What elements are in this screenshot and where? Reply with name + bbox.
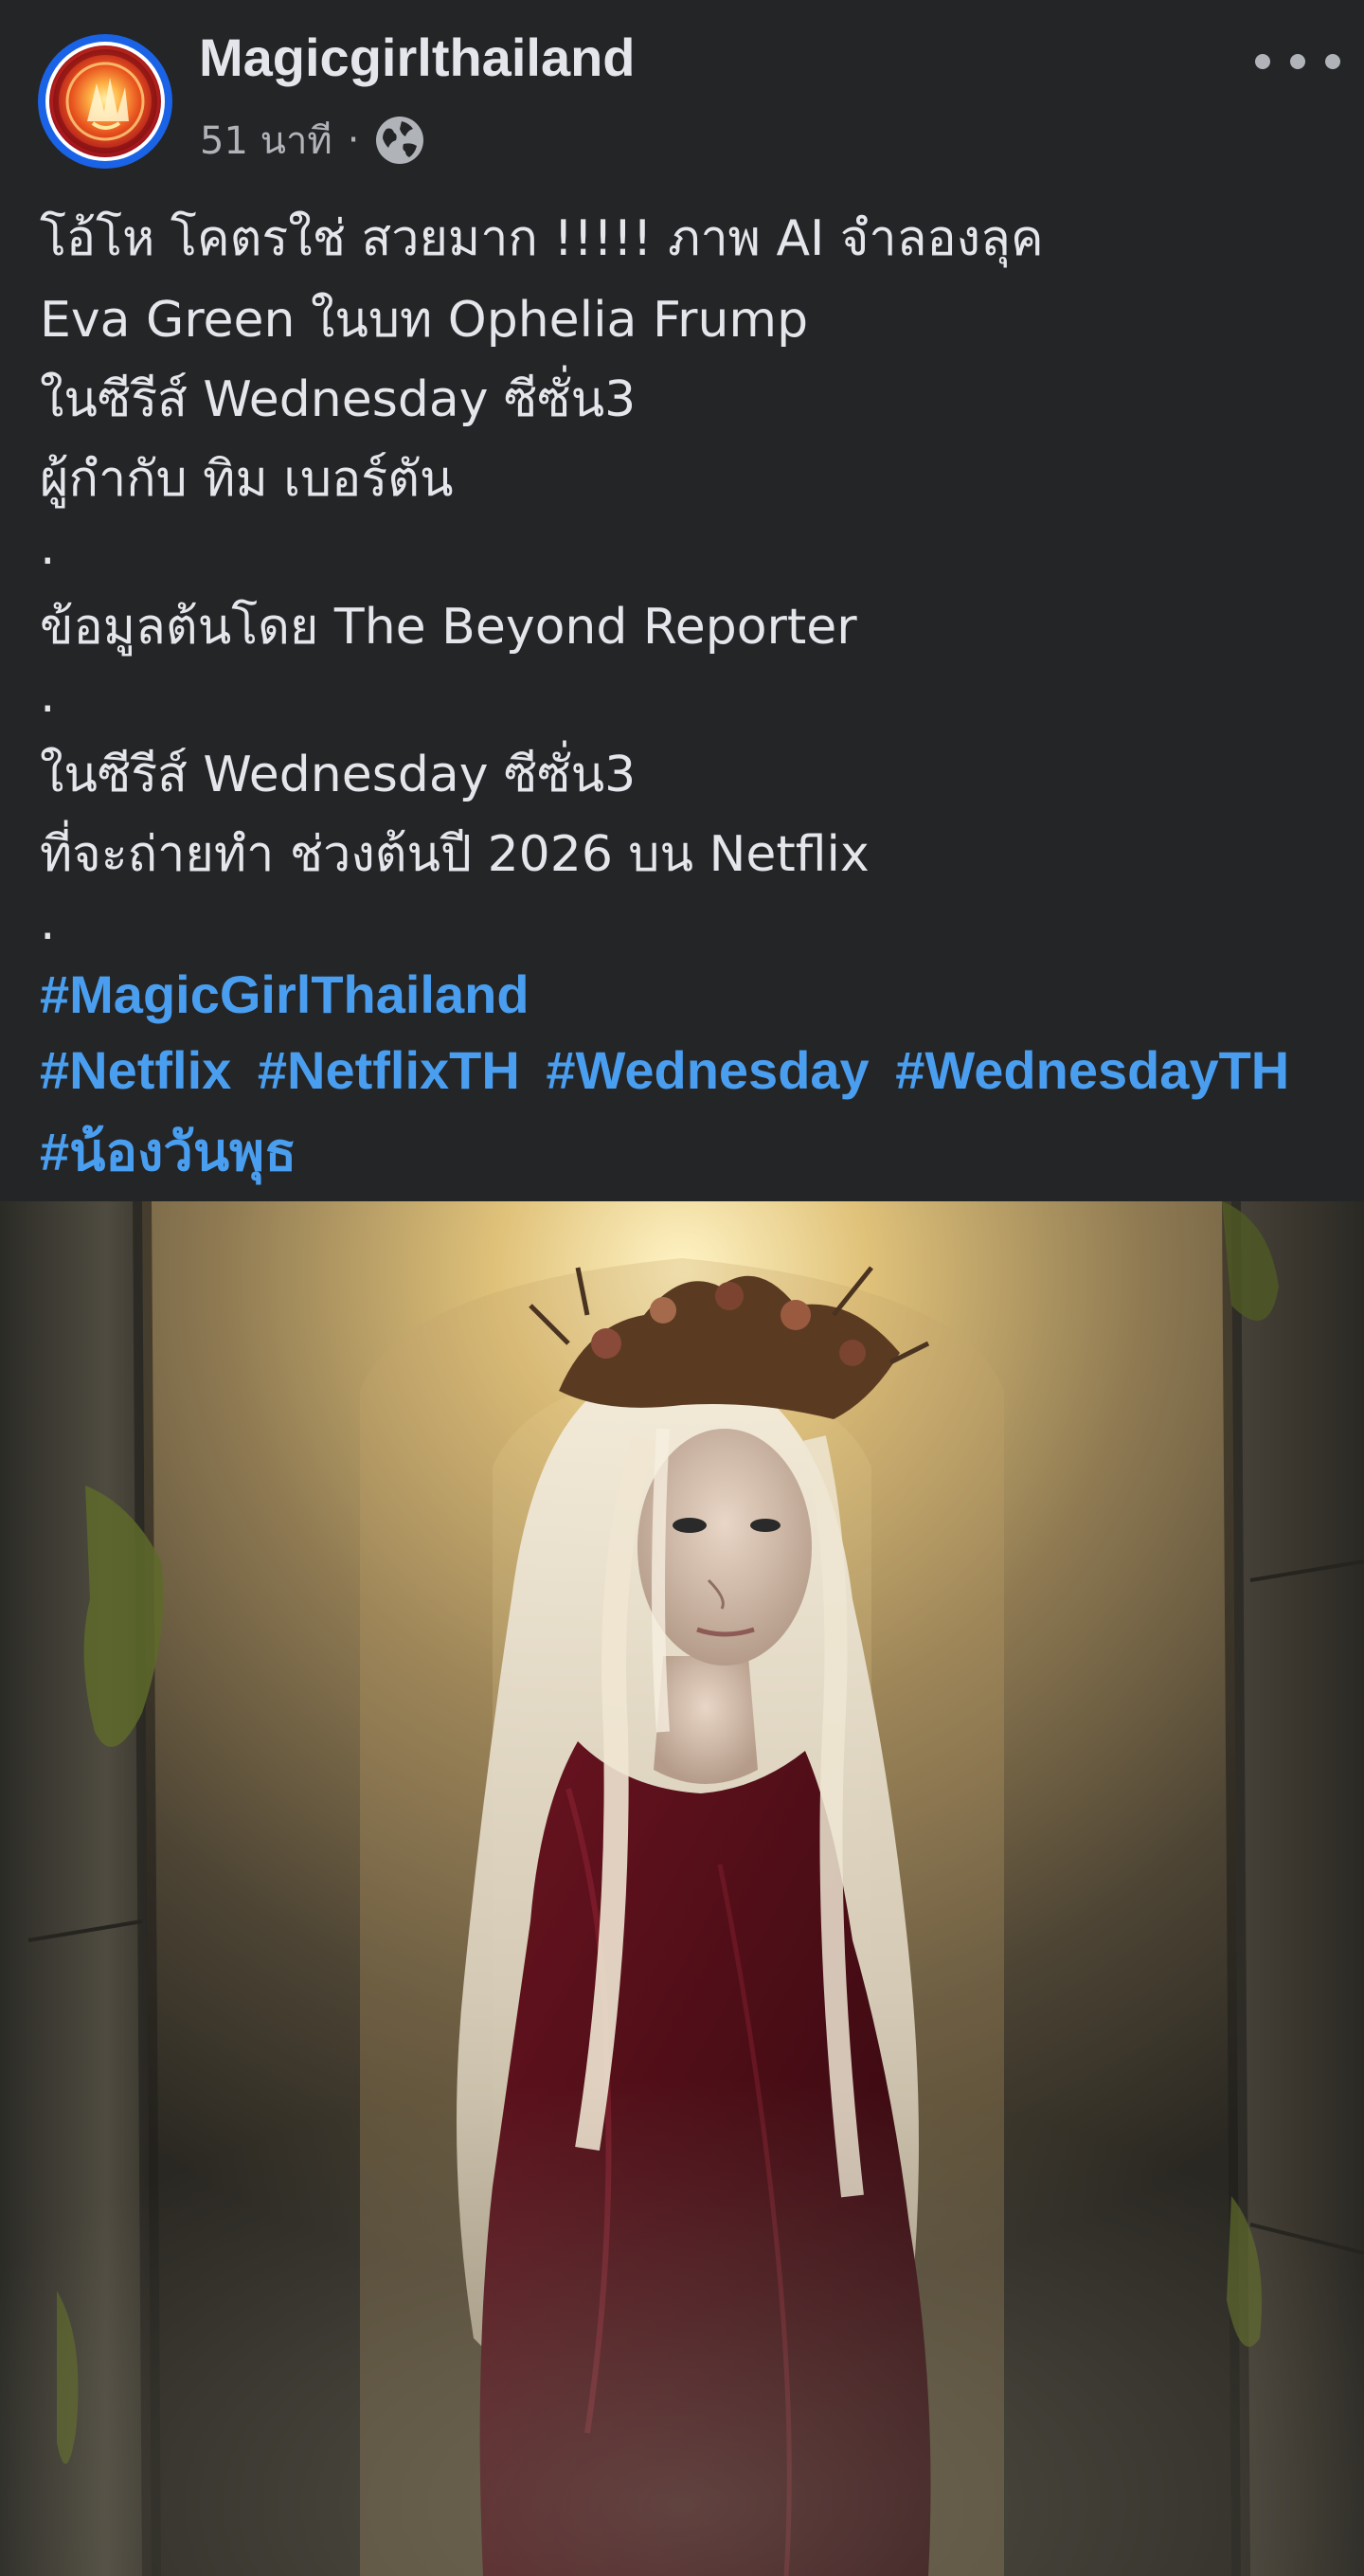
post-meta: 51 นาที ·: [200, 112, 426, 169]
post-text-line: ในซีรีส์ Wednesday ซีซั่น3: [40, 371, 637, 428]
more-dot: [1325, 54, 1340, 69]
hashtag-block: #MagicGirlThailand #Netflix #NetflixTH #…: [40, 957, 1356, 1194]
post-text-line: โอ้โห โคตรใช่ สวยมาก !!!!! ภาพ AI จำลองล…: [40, 210, 1044, 267]
more-options-button[interactable]: [1255, 38, 1340, 85]
post-text-line: .: [40, 519, 56, 576]
meta-separator: ·: [347, 118, 360, 162]
page-logo-icon: [49, 45, 161, 157]
post-timestamp[interactable]: 51 นาที: [200, 110, 332, 171]
post-text-line: ที่จะถ่ายทำ ช่วงต้นปี 2026 บน Netflix: [40, 826, 870, 883]
hashtag-line: #MagicGirlThailand: [40, 957, 1356, 1033]
post-text-line: ในซีรีส์ Wednesday ซีซั่น3: [40, 747, 637, 803]
post-text: โอ้โห โคตรใช่ สวยมาก !!!!! ภาพ AI จำลองล…: [40, 199, 1337, 963]
post-text-line: .: [40, 894, 56, 951]
post-photo[interactable]: [0, 1201, 1364, 2576]
hashtag-line: #Netflix #NetflixTH #Wednesday #Wednesda…: [40, 1033, 1356, 1108]
more-dot: [1290, 54, 1305, 69]
post-text-line: ข้อมูลต้นโดย The Beyond Reporter: [40, 599, 857, 656]
hashtag-link[interactable]: #น้องวันพุธ: [40, 1122, 296, 1181]
hashtag-link[interactable]: #MagicGirlThailand: [40, 964, 529, 1024]
hashtag-link[interactable]: #WednesdayTH: [895, 1040, 1289, 1100]
facebook-post: Magicgirlthailand 51 นาที · โอ้โห โคตรใช…: [0, 0, 1364, 2576]
hashtag-link[interactable]: #Netflix: [40, 1040, 231, 1100]
hashtag-link[interactable]: #Wednesday: [546, 1040, 869, 1100]
avatar-ring: [45, 42, 165, 161]
post-text-line: ผู้กำกับ ทิม เบอร์ตัน: [40, 451, 454, 508]
post-text-line: .: [40, 667, 56, 724]
hashtag-link[interactable]: #NetflixTH: [258, 1040, 520, 1100]
more-dot: [1255, 54, 1270, 69]
hashtag-line: #น้องวันพุธ: [40, 1108, 1356, 1194]
post-text-line: Eva Green ในบท Ophelia Frump: [40, 292, 809, 349]
post-header: Magicgirlthailand 51 นาที ·: [0, 0, 1364, 189]
photo-illustration: [0, 1201, 1364, 2576]
globe-icon[interactable]: [373, 114, 426, 167]
page-avatar[interactable]: [38, 34, 172, 169]
page-name[interactable]: Magicgirlthailand: [199, 27, 636, 88]
